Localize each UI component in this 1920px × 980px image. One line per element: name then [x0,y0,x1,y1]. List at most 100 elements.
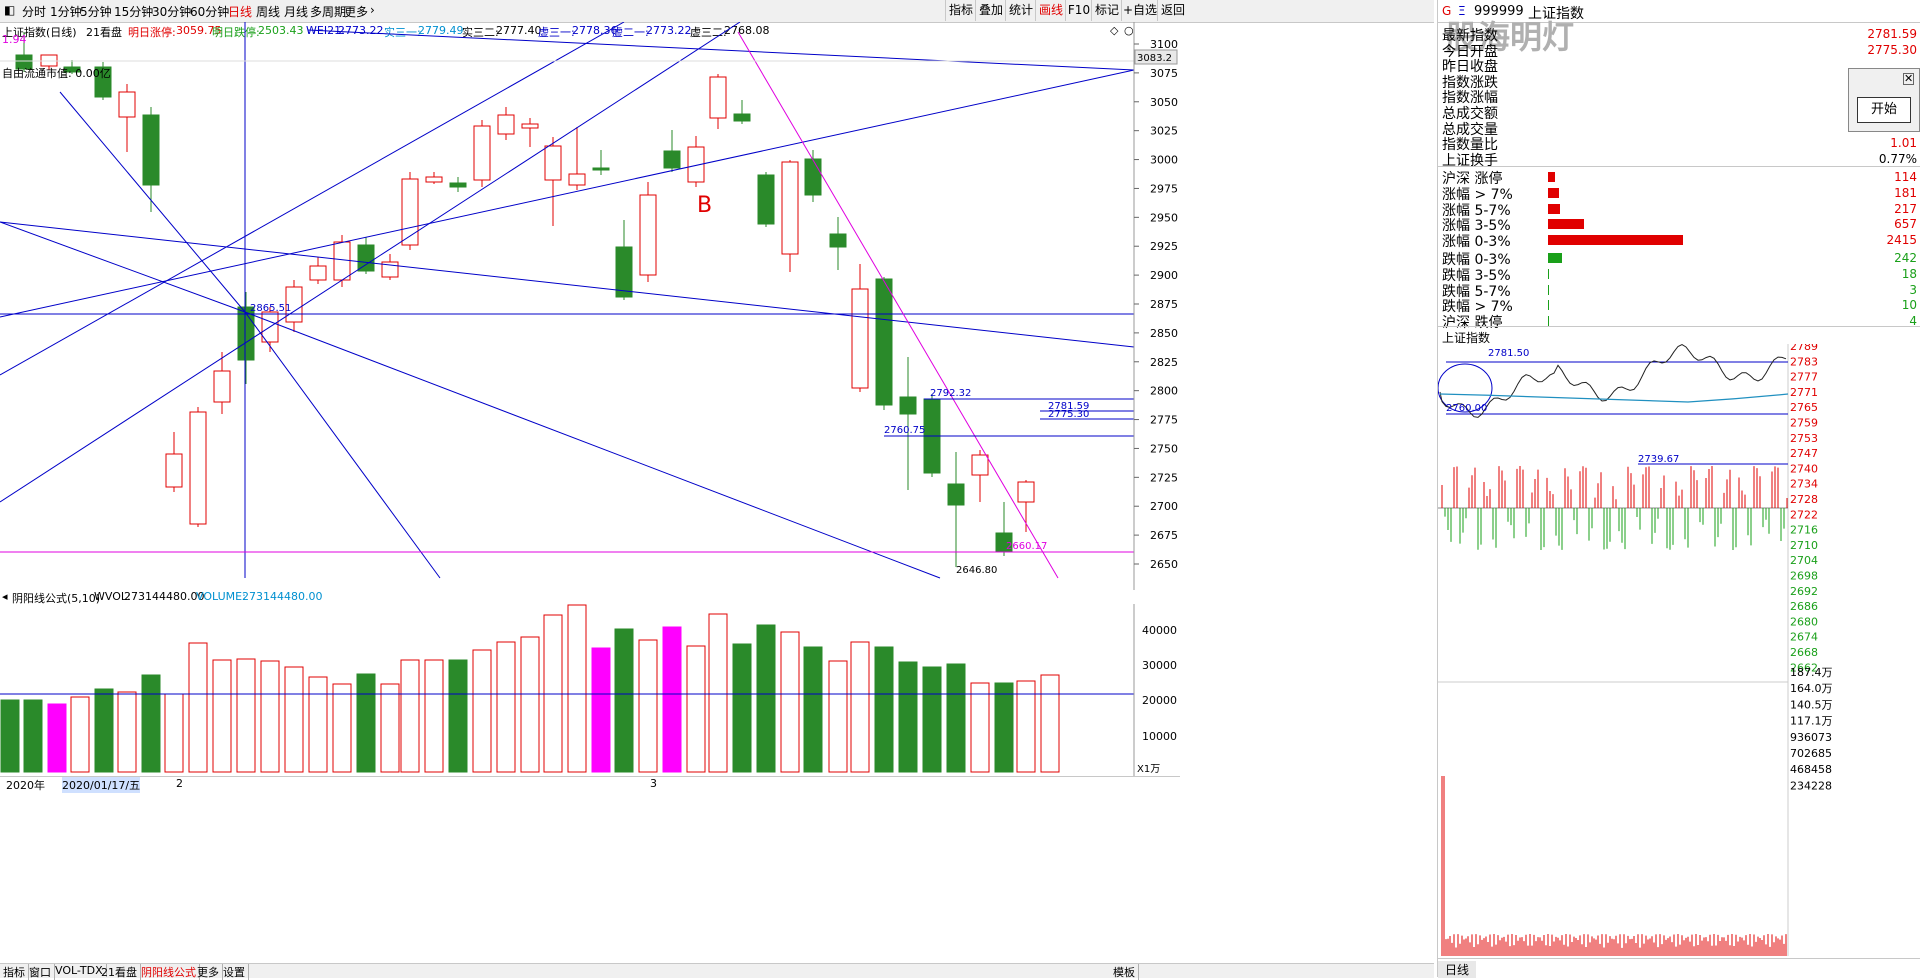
tab-multi-period[interactable]: 多周期 [310,3,346,20]
intraday-axis-label: 2686 [1790,600,1818,613]
intraday-vol-axis-label: 187.4万 [1790,666,1833,679]
price-label-2700: 2700 [1150,500,1178,513]
ma-label: 1.94 [2,33,27,46]
tab-mark[interactable]: 标记 [1091,0,1122,21]
intraday-axis-label: 2698 [1790,570,1818,583]
volume-bar [472,649,492,773]
wvol-value: 273144480.00 [124,590,205,603]
price-label-3050: 3050 [1150,96,1178,109]
tab-30min[interactable]: 30分钟 [152,3,191,20]
tab-1min[interactable]: 1分钟 [50,3,82,20]
volume-bar [638,639,658,773]
candle-body [947,483,965,506]
intraday-chart[interactable]: 2789 2783 2777 2771 2765 2759 2753 2747 2740 2734… [1438,344,1920,964]
distribution-count: 2415 [1886,233,1917,248]
start-button[interactable]: 开始 [1857,97,1911,123]
tab-back[interactable]: 返回 [1157,0,1188,21]
tab-more[interactable]: 更多 [344,3,368,20]
volume-bar [732,643,752,773]
date-year: 2020年 [6,779,45,792]
volume-bar [236,658,256,773]
volume-bar [898,661,918,773]
intraday-axis-label: 2759 [1790,417,1818,430]
tab-15min[interactable]: 15分钟 [114,3,153,20]
volume-bar [803,646,823,773]
volume-bar [614,628,634,773]
intraday-axis-label: 2722 [1790,508,1818,521]
candle-body [899,396,917,415]
volume-bar [23,699,43,773]
distribution-bar [1548,268,1550,279]
intraday-ann-mid: 2739.67 [1638,454,1679,465]
trend-line [307,29,1135,71]
bottom-tab-21kanpan[interactable]: 21看盘 [98,964,141,980]
tab-weekly[interactable]: 周线 [256,3,280,20]
tab-indicator[interactable]: 指标 [945,0,976,21]
candle-body [497,114,515,135]
tab-60min[interactable]: 60分钟 [190,3,229,20]
bottom-tab-formula[interactable]: 阴阳线公式 [138,964,200,980]
tab-f10[interactable]: F10 [1065,0,1092,21]
volume-value: 273144480.00 [242,590,323,603]
intraday-vol-axis-label: 164.0万 [1790,682,1833,695]
volume-bar [756,624,776,773]
candle-body [804,158,822,196]
bottom-template-button[interactable]: 模板 [1110,964,1139,980]
volume-bar [448,659,468,773]
volume-bar [662,626,682,773]
tab-add-favorite[interactable]: +自选 [1121,0,1158,21]
quote-panel: G Ξ 999999 上证指数 股海明灯 最新指数 2781.59 今日开盘 2775… [1437,0,1920,978]
price-label-3000: 3000 [1150,154,1178,167]
price-label-3100: 3100 [1150,38,1178,51]
tab-daily[interactable]: 日线 [228,3,252,20]
kline-chart[interactable]: 3100 3075 3050 3025 3000 2975 2950 2925 2900 2875… [0,22,1180,590]
candle-body [473,125,491,181]
trend-line [0,69,1135,318]
candle-body [592,167,610,171]
tab-5min[interactable]: 5分钟 [80,3,112,20]
candle-body [1017,481,1035,503]
tab-stats[interactable]: 统计 [1005,0,1036,21]
bottom-tab-indicator[interactable]: 指标 [0,964,29,980]
tab-draw[interactable]: 画线 [1035,0,1066,21]
bottom-tab-more[interactable]: 更多 [194,964,223,980]
distribution-bar [1548,219,1585,230]
volume-bar [164,693,184,773]
tab-timeshare[interactable]: 分时 [22,3,46,20]
candle-body [709,76,727,119]
tab-overlay[interactable]: 叠加 [975,0,1006,21]
chevron-right-icon[interactable]: › [370,3,375,17]
tab-monthly[interactable]: 月线 [284,3,308,20]
distribution-bar [1548,284,1549,295]
intraday-axis-label: 2668 [1790,646,1818,659]
candle-body [639,194,657,276]
volume-bar [1040,674,1060,773]
intraday-vol-axis-label: 234228 [1790,779,1832,792]
bottom-tab-settings[interactable]: 设置 [220,964,249,980]
intraday-axis-label: 2765 [1790,401,1818,414]
vol-axis-10000: 10000 [1142,730,1177,743]
intraday-daily-tab[interactable]: 日线 [1438,961,1476,978]
toolbar-menu-icon[interactable]: ◧ [4,3,15,17]
volume-bar [708,613,728,773]
intraday-axis-label: 2783 [1790,355,1818,368]
vol-axis-40000: 40000 [1142,624,1177,637]
candle-body [544,145,562,181]
candle-body [851,288,869,389]
volume-bar [686,645,706,773]
intraday-axis-label: 2728 [1790,493,1818,506]
volume-bar [520,636,540,773]
annotation-2775: 2775.30 [1048,409,1089,420]
volume-bar [332,683,352,773]
price-label-2725: 2725 [1150,471,1178,484]
annotation-2646: 2646.80 [956,565,997,576]
volume-expand-icon[interactable]: ◂ [2,590,8,603]
candle-body [425,176,443,183]
popup-close-icon[interactable]: ✕ [1903,73,1915,85]
candle-body [142,114,160,186]
bottom-tab-window[interactable]: 窗口 [26,964,55,980]
volume-bar [141,674,161,773]
volume-bar [70,696,90,773]
intraday-axis-label: 2704 [1790,554,1818,567]
distribution-count: 114 [1894,170,1917,184]
